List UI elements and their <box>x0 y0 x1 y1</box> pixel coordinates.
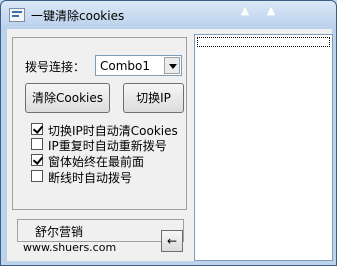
dial-selected-value: Combo1 <box>100 59 151 73</box>
chevron-down-icon[interactable] <box>164 57 180 74</box>
app-window: 一键清除cookies ▲ ▲ 拨号连接： Combo1 清除Cookies 切… <box>0 0 337 266</box>
option-label: 断线时自动拨号 <box>48 171 133 185</box>
dial-label: 拨号连接： <box>25 60 86 74</box>
checkbox[interactable] <box>31 170 43 182</box>
option-label: IP重复时自动重新拨号 <box>48 139 167 153</box>
collapse-button[interactable]: ← <box>161 230 183 252</box>
checkbox[interactable] <box>31 154 43 166</box>
vendor-url[interactable]: www.shuers.com <box>23 241 116 254</box>
window-title: 一键清除cookies <box>31 9 125 23</box>
title-bar[interactable]: 一键清除cookies ▲ ▲ <box>1 1 336 29</box>
clear-cookies-button[interactable]: 清除Cookies <box>25 83 110 113</box>
list-focus-row[interactable] <box>197 37 330 47</box>
switch-ip-button[interactable]: 切换IP <box>123 83 184 113</box>
checkbox[interactable] <box>31 123 43 135</box>
log-listbox[interactable] <box>194 34 333 261</box>
checkbox[interactable] <box>31 138 43 150</box>
control-panel: 拨号连接： Combo1 清除Cookies 切换IP 切换IP时自动清Cook… <box>12 37 187 210</box>
triangle-up-icon[interactable]: ▲ <box>238 4 252 18</box>
app-icon <box>9 8 25 22</box>
option-label: 窗体始终在最前面 <box>48 155 145 169</box>
vendor-name: 舒尔营销 <box>35 225 84 239</box>
triangle-up-icon[interactable]: ▲ <box>264 4 278 18</box>
dial-connection-select[interactable]: Combo1 <box>95 55 182 76</box>
